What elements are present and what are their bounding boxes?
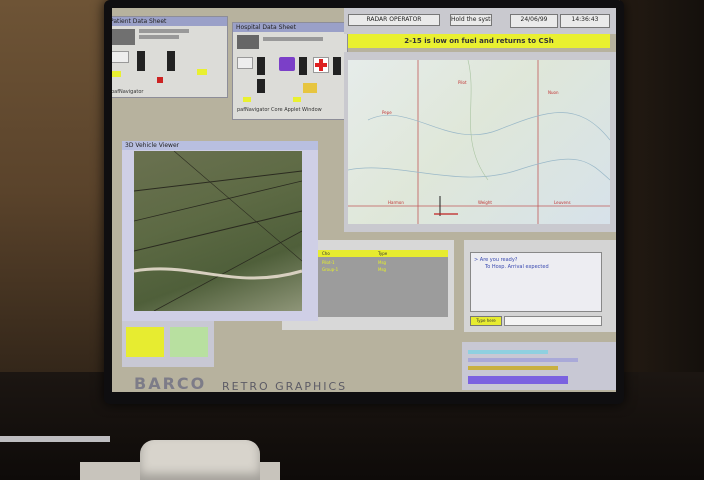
patient-window[interactable]: Patient Data Sheet pafNavigator bbox=[112, 16, 228, 98]
hold-button[interactable]: Hold the system bbox=[450, 14, 492, 26]
chat-line: To Hosp. Arrival expected bbox=[485, 264, 549, 270]
status-block bbox=[257, 57, 265, 75]
status-indicator bbox=[112, 71, 121, 77]
status-block bbox=[299, 57, 307, 75]
map-pin-icon[interactable] bbox=[279, 57, 295, 71]
terrain-window[interactable]: 3D Vehicle Viewer bbox=[122, 141, 318, 321]
time-display: 14:36:43 bbox=[560, 14, 610, 28]
star-icon bbox=[303, 83, 317, 93]
list-header-col: Cho bbox=[322, 251, 330, 256]
chat-input[interactable] bbox=[504, 316, 602, 326]
camera-icon bbox=[112, 29, 135, 45]
status-indicator bbox=[197, 69, 207, 75]
status-bar bbox=[468, 350, 548, 354]
info-line bbox=[139, 29, 189, 33]
monitor-screen: Patient Data Sheet pafNavigator Hospital… bbox=[112, 8, 616, 392]
patient-window-caption: pafNavigator bbox=[112, 89, 144, 95]
status-block bbox=[137, 51, 145, 71]
chat-line: > Are you ready? bbox=[474, 257, 518, 263]
alert-banner: 2-15 is low on fuel and returns to CSh bbox=[348, 34, 610, 48]
red-cross-horizontal bbox=[315, 63, 327, 67]
status-bar bbox=[468, 358, 578, 362]
camera-device bbox=[140, 440, 260, 480]
road-line bbox=[134, 170, 302, 192]
chat-log: > Are you ready? To Hosp. Arrival expect… bbox=[470, 252, 602, 312]
camera-icon bbox=[237, 35, 259, 49]
red-cross-icon[interactable] bbox=[313, 57, 329, 73]
hospital-window[interactable]: Hospital Data Sheet pafNavigator Core Ap… bbox=[232, 22, 348, 120]
list-cell[interactable]: Msg bbox=[378, 267, 386, 272]
gear-icon[interactable] bbox=[237, 57, 253, 69]
hospital-window-caption: pafNavigator Core Applet Window bbox=[237, 107, 322, 113]
gear-icon[interactable] bbox=[112, 51, 129, 63]
contour-line bbox=[348, 158, 610, 181]
contour-line bbox=[367, 112, 610, 141]
control-panel-left[interactable] bbox=[126, 327, 164, 357]
map-label: Harmon bbox=[388, 200, 404, 205]
map-window[interactable]: Pepe Pilot Nuon Harmon Weight Leuvens bbox=[344, 52, 616, 232]
hospital-window-title: Hospital Data Sheet bbox=[233, 23, 347, 32]
terrain-lines bbox=[134, 151, 302, 311]
control-window[interactable] bbox=[122, 317, 214, 367]
map-label: Nuon bbox=[548, 90, 559, 95]
map-label: Leuvens bbox=[554, 200, 571, 205]
status-panel bbox=[462, 342, 616, 390]
date-display: 24/06/99 bbox=[510, 14, 558, 28]
control-panel-right[interactable] bbox=[170, 327, 208, 357]
map-label: Weight bbox=[478, 200, 492, 205]
chat-window[interactable]: > Are you ready? To Hosp. Arrival expect… bbox=[464, 240, 616, 332]
patient-window-title: Patient Data Sheet bbox=[112, 17, 227, 26]
terrain-window-title: 3D Vehicle Viewer bbox=[122, 141, 318, 150]
monitor-model: RETRO GRAPHICS bbox=[222, 380, 348, 393]
info-line bbox=[263, 37, 323, 41]
list-body[interactable]: Pilot-1 Msg Group-1 Msg bbox=[318, 257, 448, 317]
list-cell[interactable]: Group-1 bbox=[322, 267, 338, 272]
progress-bar bbox=[468, 376, 568, 384]
map-label: Pilot bbox=[458, 80, 467, 85]
list-cell[interactable]: Msg bbox=[378, 260, 386, 265]
list-header: Cho Type bbox=[318, 250, 448, 257]
info-line bbox=[139, 35, 179, 39]
map-label: Pepe bbox=[382, 110, 392, 115]
road-line bbox=[134, 180, 302, 222]
status-bar bbox=[468, 366, 558, 370]
contour-line bbox=[467, 60, 489, 181]
status-indicator bbox=[293, 97, 301, 102]
status-indicator bbox=[243, 97, 251, 102]
monitor-brand: BARCO bbox=[134, 374, 207, 393]
operator-label: RADAR OPERATOR bbox=[348, 14, 440, 26]
list-header-col: Type bbox=[378, 251, 388, 256]
status-block bbox=[333, 57, 341, 75]
list-cell[interactable]: Pilot-1 bbox=[322, 260, 335, 265]
terrain-view[interactable] bbox=[134, 151, 302, 311]
status-block bbox=[257, 79, 265, 93]
alarm-indicator bbox=[157, 77, 163, 83]
chat-send-button[interactable]: Type here bbox=[470, 316, 502, 326]
road-line bbox=[173, 151, 302, 262]
desk-light-reflection bbox=[0, 436, 110, 442]
topographic-map[interactable]: Pepe Pilot Nuon Harmon Weight Leuvens bbox=[348, 60, 610, 224]
status-block bbox=[167, 51, 175, 71]
top-bar: RADAR OPERATOR Hold the system 24/06/99 … bbox=[344, 8, 616, 34]
